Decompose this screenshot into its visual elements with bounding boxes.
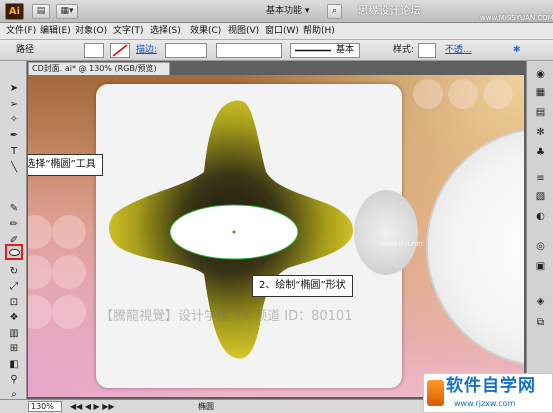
rotate-tool-icon[interactable]: ↻: [7, 266, 21, 277]
scale-tool-icon[interactable]: ⤢: [7, 281, 21, 292]
eyedropper-tool-icon[interactable]: ⚲: [7, 374, 21, 385]
mesh-tool-icon[interactable]: ⊞: [7, 343, 21, 354]
background-dot: [52, 215, 86, 249]
background-dot: [448, 79, 478, 109]
menu-object[interactable]: 对象(O): [75, 24, 107, 39]
brushes-icon[interactable]: ✻: [534, 127, 547, 138]
stroke-link[interactable]: 描边:: [136, 44, 157, 57]
watermark-url: www.MISSYUAN.COM: [480, 14, 553, 22]
disc-edge: [354, 190, 418, 275]
menu-effect[interactable]: 效果(C): [190, 24, 221, 39]
type-tool-icon[interactable]: T: [7, 146, 21, 157]
paintbrush-tool-icon[interactable]: ✎: [7, 203, 21, 214]
callout-step-2: 2、绘制“椭圆”形状: [252, 275, 353, 297]
color-guide-icon[interactable]: ▦: [534, 87, 547, 98]
background-dot: [52, 295, 86, 329]
transparency-panel-icon[interactable]: ◐: [534, 211, 547, 222]
menu-type[interactable]: 文字(T): [113, 24, 144, 39]
graphic-styles-icon[interactable]: ▣: [534, 261, 547, 272]
canvas-small-url: www.tlvi.net: [380, 240, 424, 248]
document-canvas[interactable]: www.tlvi.net 【騰龍視覺】设计学院 YY 频道 ID：80101 1…: [28, 75, 524, 397]
ellipse-center-point: [232, 230, 236, 234]
bridge-button[interactable]: ▤: [32, 4, 50, 19]
none-stroke-icon: [112, 44, 128, 57]
magic-wand-tool-icon[interactable]: ✧: [7, 114, 21, 125]
selection-tool-icon[interactable]: ➤: [7, 83, 21, 94]
stroke-panel-icon[interactable]: ≡: [534, 173, 547, 184]
basic-brush-label: 基本: [336, 45, 355, 55]
object-type-label: 路径: [16, 45, 35, 55]
stroke-color-swatch[interactable]: [110, 43, 130, 58]
gradient-panel-icon[interactable]: ▧: [534, 191, 547, 202]
graphic-style-swatch[interactable]: [418, 43, 436, 58]
ellipse-tool[interactable]: [5, 244, 23, 260]
color-panel-icon[interactable]: ◉: [534, 69, 547, 80]
workspace-label: 基本功能: [266, 6, 303, 16]
more-options-icon[interactable]: ✱: [513, 44, 521, 57]
free-transform-tool-icon[interactable]: ⊡: [7, 297, 21, 308]
search-button[interactable]: ⌕: [327, 4, 342, 19]
canvas-watermark: 【騰龍視覺】设计学院 YY 频道 ID：80101: [100, 309, 353, 324]
callout-step-1: 1、选择“椭圆”工具: [28, 154, 103, 176]
symbols-icon[interactable]: ♣: [534, 147, 547, 158]
swatches-icon[interactable]: ▤: [534, 107, 547, 118]
site-logo-url: www.rjzxw.com: [454, 399, 516, 408]
opacity-link[interactable]: 不透...: [445, 44, 472, 57]
menu-edit[interactable]: 编辑(E): [40, 24, 71, 39]
tools-panel: ➤ ➢ ✧ ✒ T ╲ ✎ ✏ ✐ ↻ ⤢ ⊡ ❖ ▥ ⊞ ◧ ⚲ ⌕: [0, 61, 27, 401]
layers-panel-icon[interactable]: ◈: [534, 296, 547, 307]
logo-mark: [427, 380, 444, 406]
cd-disc: [426, 127, 524, 367]
line-tool-icon[interactable]: ╲: [7, 162, 21, 173]
site-logo: 软件自学网 www.rjzxw.com: [423, 373, 553, 413]
zoom-level-field[interactable]: 130%: [28, 401, 62, 412]
direct-selection-tool-icon[interactable]: ➢: [7, 99, 21, 110]
symbol-sprayer-tool-icon[interactable]: ❖: [7, 312, 21, 323]
document-tab[interactable]: CD封面. ai* @ 130% (RGB/预览): [28, 62, 170, 75]
control-bar: 路径 描边: 基本 样式: 不透... ✱: [0, 40, 553, 61]
menu-bar: 文件(F) 编辑(E) 对象(O) 文字(T) 选择(S) 效果(C) 视图(V…: [0, 23, 553, 40]
pen-tool-icon[interactable]: ✒: [7, 130, 21, 141]
site-logo-title: 软件自学网: [446, 376, 536, 396]
watermark-text: 思缘设计论坛: [358, 6, 421, 17]
artboard-navigation[interactable]: ◀◀ ◀ ▶ ▶▶: [70, 400, 115, 413]
ellipse-icon: [9, 249, 20, 256]
illustrator-logo: Ai: [5, 3, 24, 20]
blob-brush-tool-icon[interactable]: ✐: [7, 235, 21, 246]
appearance-panel-icon[interactable]: ◎: [534, 241, 547, 252]
graph-tool-icon[interactable]: ▥: [7, 328, 21, 339]
artboards-panel-icon[interactable]: ⧉: [534, 317, 547, 328]
background-dot: [413, 79, 443, 109]
fill-color-swatch[interactable]: [84, 43, 104, 58]
pencil-tool-icon[interactable]: ✏: [7, 219, 21, 230]
background-dot: [28, 255, 52, 289]
panel-dock: ◉ ▦ ▤ ✻ ♣ ≡ ▧ ◐ ◎ ▣ ◈ ⧉: [526, 61, 553, 401]
menu-file[interactable]: 文件(F): [6, 24, 36, 39]
menu-select[interactable]: 选择(S): [150, 24, 181, 39]
background-dot: [28, 295, 52, 329]
background-dot: [52, 255, 86, 289]
menu-window[interactable]: 窗口(W): [265, 24, 299, 39]
variable-width-profile[interactable]: [216, 43, 282, 58]
current-tool-status: 椭圆: [198, 402, 214, 411]
background-dot: [28, 215, 52, 249]
background-dot: [483, 79, 513, 109]
stroke-weight-field[interactable]: [165, 43, 207, 58]
gradient-tool-icon[interactable]: ◧: [7, 359, 21, 370]
application-bar: Ai ▤ ▦▾ 基本功能 ▾ ⌕ 思缘设计论坛 www.MISSYUAN.COM: [0, 0, 553, 23]
workspace-switcher[interactable]: 基本功能 ▾: [266, 4, 320, 19]
menu-help[interactable]: 帮助(H): [303, 24, 335, 39]
menu-view[interactable]: 视图(V): [228, 24, 259, 39]
arrange-documents-button[interactable]: ▦▾: [56, 4, 78, 19]
style-label: 样式:: [393, 45, 415, 55]
